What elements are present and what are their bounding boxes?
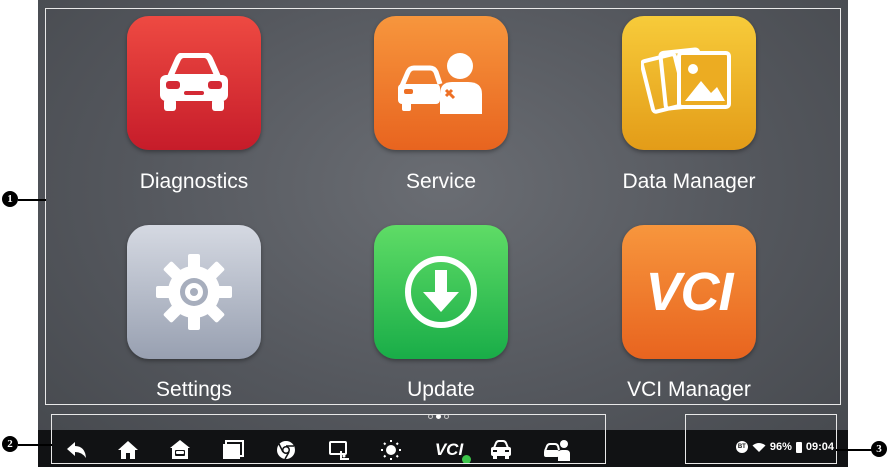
callout-3: 3 xyxy=(871,441,887,457)
status-bar-outline xyxy=(685,414,837,464)
callout-1: 1 xyxy=(2,191,18,207)
callout-line-3 xyxy=(836,449,873,451)
callout-2: 2 xyxy=(2,436,18,452)
callout-line-1 xyxy=(18,199,46,201)
app-area-outline xyxy=(45,8,841,405)
callout-line-2 xyxy=(18,444,52,446)
navigation-bar-outline xyxy=(51,414,606,464)
